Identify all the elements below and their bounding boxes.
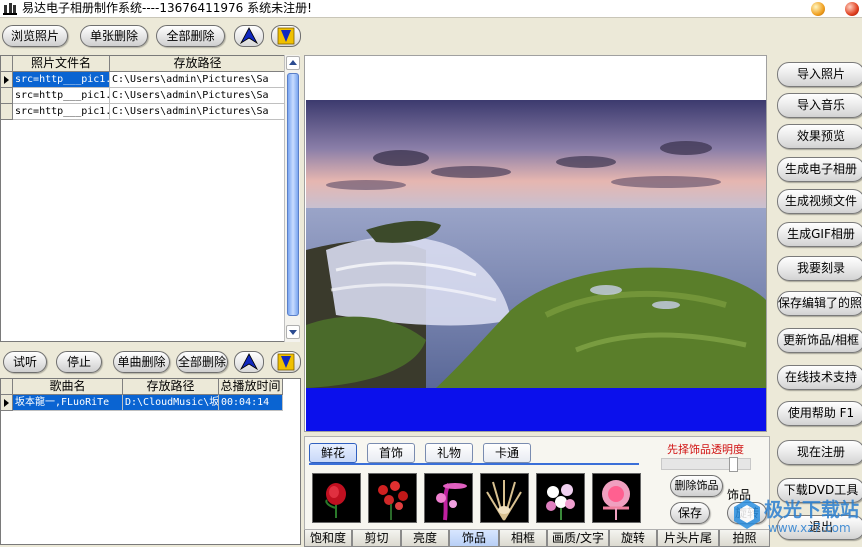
photo-move-up-button[interactable] (234, 25, 264, 47)
scroll-down-icon[interactable] (286, 325, 300, 339)
preview-music-button[interactable]: 试听 (3, 351, 47, 373)
preview-panel (304, 55, 767, 432)
save-decoration-button[interactable]: 保存 (670, 502, 710, 524)
tab-gifts[interactable]: 礼物 (425, 443, 473, 463)
edit-tabs: 饱和度 剪切 亮度 饰品 相框 画质/文字 旋转 片头片尾 拍照 (304, 530, 770, 547)
close-button[interactable] (845, 2, 859, 16)
save-edited-photo-button[interactable]: 保存编辑了的照片 (777, 291, 862, 316)
decoration-thumbnail[interactable] (312, 473, 361, 523)
decoration-thumbnail[interactable] (424, 473, 473, 523)
song-name-column-header[interactable]: 歌曲名 (13, 379, 123, 395)
online-support-button[interactable]: 在线技术支持 (777, 365, 862, 390)
opacity-label: 先择饰品透明度 (667, 443, 744, 456)
tab-cartoon[interactable]: 卡通 (483, 443, 531, 463)
tab-saturation[interactable]: 饱和度 (304, 530, 352, 547)
table-row[interactable]: 坂本龍一,FLuoRiTe (13, 395, 123, 411)
update-decorations-button[interactable]: 更新饰品/相框 (777, 328, 862, 353)
create-video-button[interactable]: 生成视频文件 (777, 189, 862, 214)
photo-path-column-header[interactable]: 存放路径 (110, 56, 286, 72)
delete-all-photos-button[interactable]: 全部删除 (156, 25, 225, 47)
up-arrow-icon (239, 353, 259, 371)
register-button[interactable]: 现在注册 (777, 440, 862, 465)
down-arrow-icon (277, 27, 295, 45)
tab-rotate[interactable]: 旋转 (609, 530, 657, 547)
tab-photo[interactable]: 拍照 (719, 530, 770, 547)
decoration-thumbnail[interactable] (368, 473, 417, 523)
decoration-label: 饰品 (727, 488, 752, 502)
scrollbar-thumb[interactable] (287, 73, 299, 316)
tab-jewelry[interactable]: 首饰 (367, 443, 415, 463)
tab-decoration[interactable]: 饰品 (449, 530, 499, 547)
preview-effect-button[interactable]: 效果预览 (777, 124, 862, 149)
tab-crop[interactable]: 剪切 (352, 530, 401, 547)
import-music-button[interactable]: 导入音乐 (777, 93, 862, 118)
song-duration-column-header[interactable]: 总播放时间 (219, 379, 283, 395)
stop-music-button[interactable]: 停止 (56, 351, 102, 373)
scroll-up-icon[interactable] (286, 56, 300, 70)
decoration-thumbnail[interactable] (480, 473, 529, 523)
table-row[interactable]: 00:04:14 (219, 395, 283, 411)
table-row[interactable]: src=http___pic1. (13, 88, 110, 104)
browse-photos-button[interactable]: 浏览照片 (2, 25, 68, 47)
import-photos-button[interactable]: 导入照片 (777, 62, 862, 87)
table-row[interactable]: C:\Users\admin\Pictures\Sa (110, 88, 286, 104)
delete-all-songs-button[interactable]: 全部删除 (176, 351, 228, 373)
photo-list-scrollbar[interactable] (284, 55, 300, 342)
minimize-button[interactable] (811, 2, 825, 16)
music-move-down-button[interactable] (271, 351, 301, 373)
table-row[interactable]: src=http___pic1. (13, 72, 110, 88)
music-table: 歌曲名 存放路径 总播放时间 坂本龍一,FLuoRiTe D:\CloudMus… (0, 378, 301, 545)
tab-quality-text[interactable]: 画质/文字 (547, 530, 609, 547)
up-arrow-icon (239, 27, 259, 45)
title-bar: 易达电子相册制作系统----13676411976 系统未注册! (0, 0, 862, 18)
preview-image (306, 100, 766, 388)
photo-move-down-button[interactable] (271, 25, 301, 47)
create-album-button[interactable]: 生成电子相册 (777, 157, 862, 182)
tab-intro-outro[interactable]: 片头片尾 (657, 530, 719, 547)
tab-brightness[interactable]: 亮度 (401, 530, 449, 547)
decoration-panel: 鲜花 首饰 礼物 卡通 先择饰品透明度 删除饰品 饰品 保存 旋转 (304, 436, 770, 530)
song-path-column-header[interactable]: 存放路径 (123, 379, 219, 395)
exit-button[interactable]: 退出 (777, 515, 862, 540)
table-row[interactable]: D:\CloudMusic\坂 (123, 395, 219, 411)
down-arrow-icon (277, 353, 295, 371)
delete-one-song-button[interactable]: 单曲删除 (113, 351, 170, 373)
delete-decoration-button[interactable]: 删除饰品 (670, 475, 723, 497)
table-row[interactable]: src=http___pic1. (13, 104, 110, 120)
table-row[interactable]: C:\Users\admin\Pictures\Sa (110, 72, 286, 88)
table-row[interactable]: C:\Users\admin\Pictures\Sa (110, 104, 286, 120)
music-move-up-button[interactable] (234, 351, 264, 373)
current-row-indicator (4, 399, 9, 407)
decoration-thumbnail[interactable] (592, 473, 641, 523)
download-dvd-tool-button[interactable]: 下载DVD工具 (777, 478, 862, 503)
app-icon (3, 3, 17, 15)
opacity-slider-thumb[interactable] (729, 457, 738, 472)
window-title: 易达电子相册制作系统----13676411976 系统未注册! (22, 1, 312, 15)
opacity-slider[interactable] (661, 457, 751, 472)
rotate-decoration-button[interactable]: 旋转 (727, 502, 767, 524)
delete-one-photo-button[interactable]: 单张删除 (80, 25, 148, 47)
photo-table: 照片文件名 存放路径 src=http___pic1. C:\Users\adm… (0, 55, 286, 342)
help-button[interactable]: 使用帮助 F1 (777, 401, 862, 426)
tab-flowers[interactable]: 鲜花 (309, 443, 357, 463)
decoration-thumbnail[interactable] (536, 473, 585, 523)
photo-name-column-header[interactable]: 照片文件名 (13, 56, 110, 72)
preview-caption-bar (306, 388, 766, 431)
create-gif-button[interactable]: 生成GIF相册 (777, 222, 862, 247)
burn-disc-button[interactable]: 我要刻录 (777, 256, 862, 281)
tab-frame[interactable]: 相框 (499, 530, 547, 547)
current-row-indicator (4, 76, 9, 84)
